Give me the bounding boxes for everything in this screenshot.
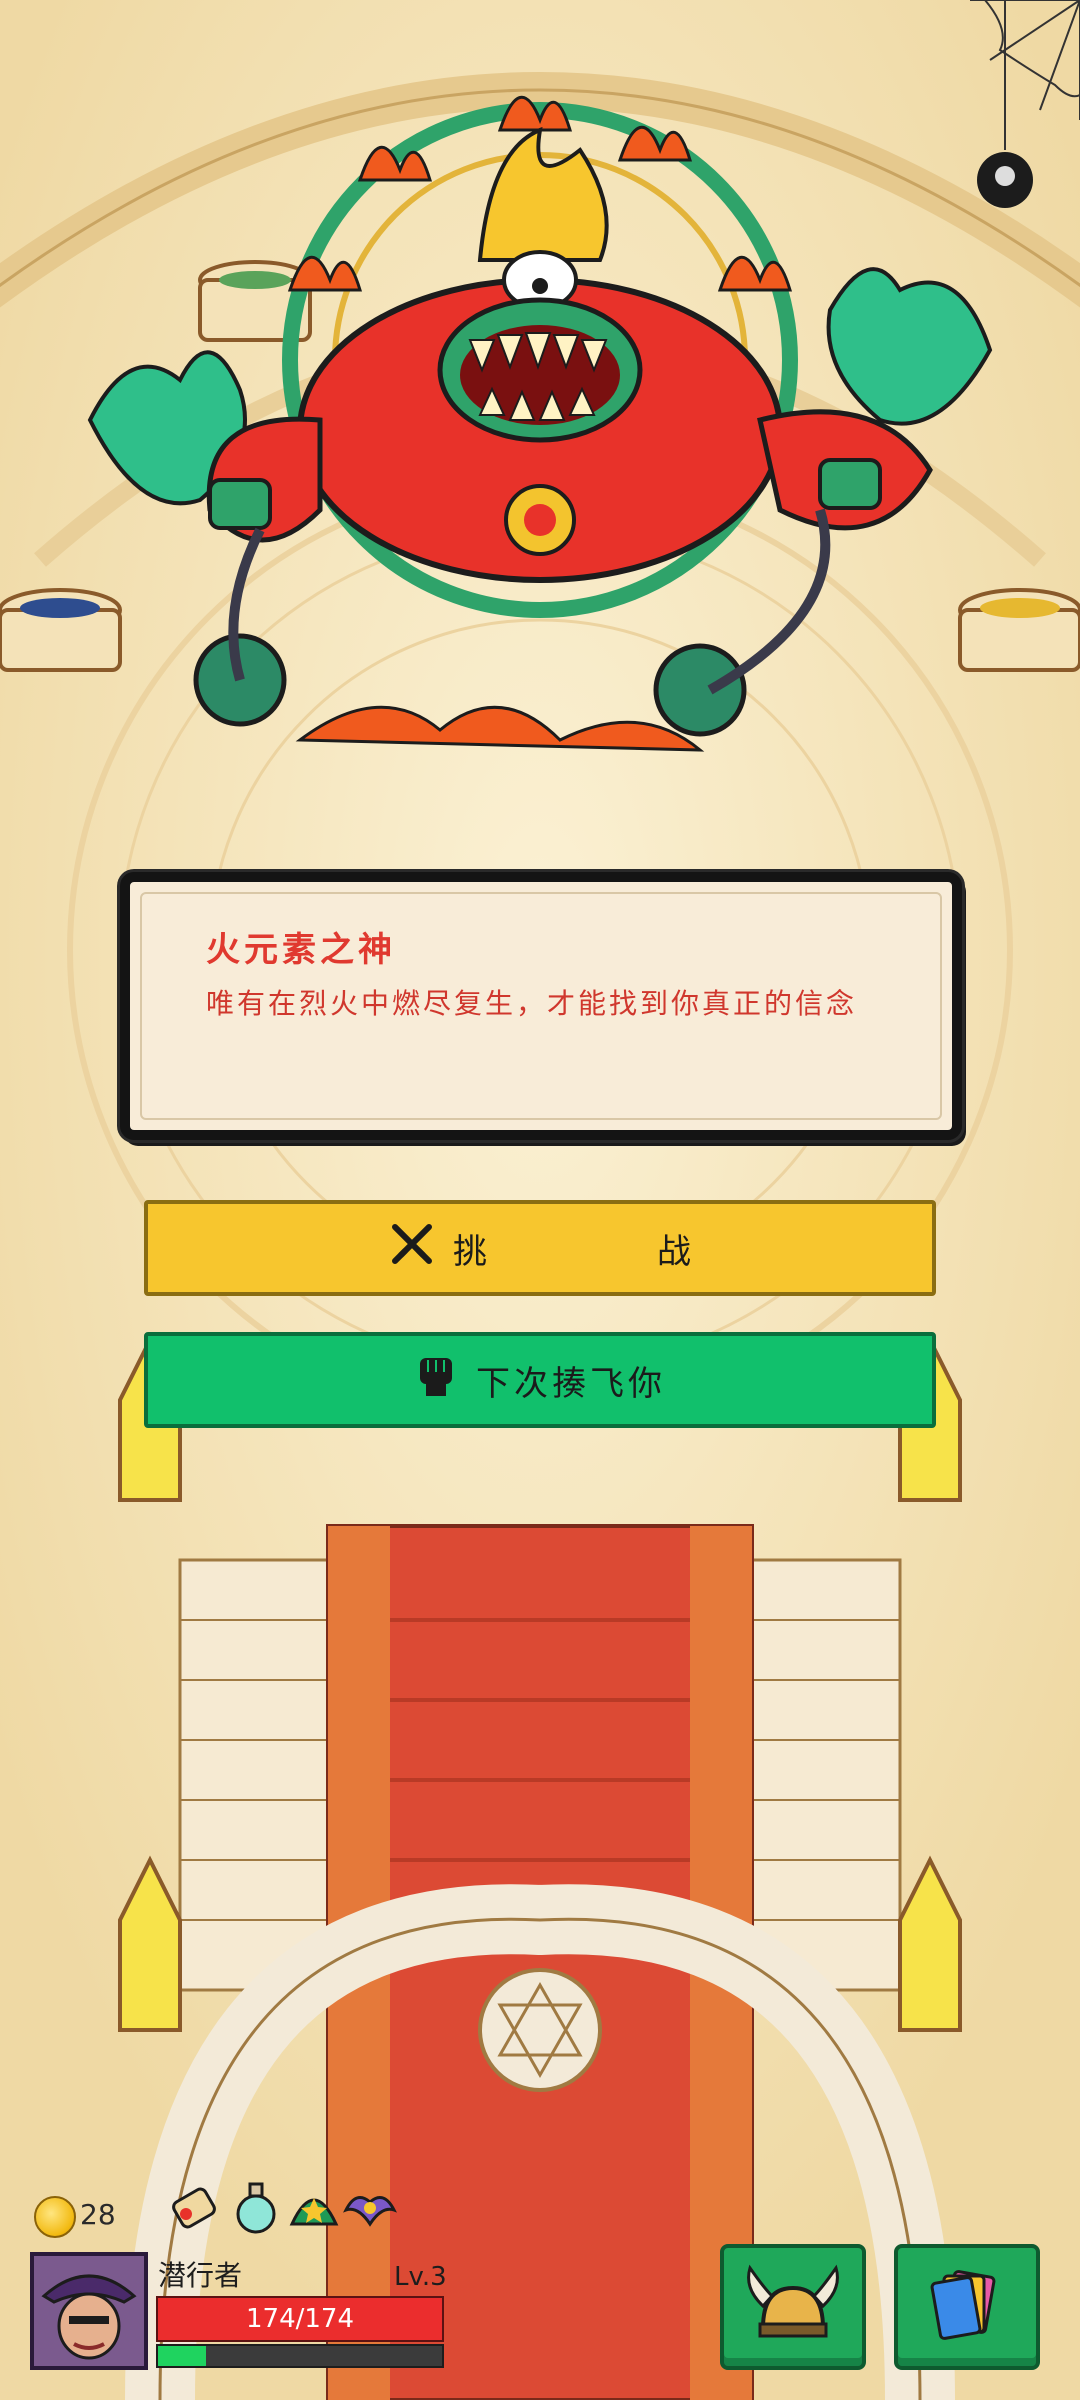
potion-icon[interactable]	[228, 2180, 284, 2236]
hero-menu-button[interactable]	[720, 2244, 866, 2370]
challenge-label-right: 战	[657, 1231, 691, 1272]
cards-menu-button[interactable]	[894, 2244, 1040, 2370]
boss-name: 火元素之神	[206, 930, 396, 970]
scroll-icon[interactable]	[166, 2180, 222, 2236]
coin-count: 28	[80, 2198, 116, 2231]
viking-helmet-icon	[747, 2264, 839, 2338]
green-hat-icon[interactable]	[286, 2180, 342, 2236]
cards-icon	[930, 2270, 996, 2340]
player-name: 潜行者	[158, 2259, 243, 2292]
crossed-swords-icon	[389, 1221, 435, 1276]
challenge-label-left: 挑	[453, 1231, 487, 1272]
hp-bar: 174/174	[156, 2296, 444, 2342]
flee-button[interactable]: 下次揍飞你	[144, 1332, 936, 1428]
xp-bar-fill	[158, 2346, 207, 2366]
coin-icon	[34, 2196, 76, 2238]
purple-bat-icon[interactable]	[342, 2180, 398, 2236]
challenge-button[interactable]: 挑 战	[144, 1200, 936, 1296]
hp-value: 174/174	[245, 2304, 354, 2334]
avatar[interactable]	[30, 2252, 148, 2370]
boss-dialog-box: 火元素之神 唯有在烈火中燃尽复生，才能找到你真正的信念	[120, 872, 962, 1140]
rogue-portrait-icon	[34, 2256, 144, 2366]
player-level: Lv.3	[394, 2262, 447, 2292]
boss-dialog-text: 唯有在烈火中燃尽复生，才能找到你真正的信念	[206, 987, 858, 1020]
fire-elemental-boss-sprite	[87, 96, 993, 752]
xp-bar	[156, 2344, 444, 2368]
flee-label: 下次揍飞你	[476, 1363, 666, 1404]
fist-icon	[414, 1352, 458, 1409]
